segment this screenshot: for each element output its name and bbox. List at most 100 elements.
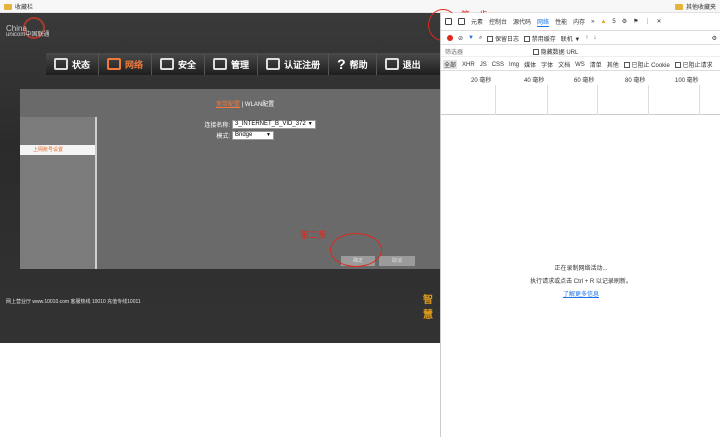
unicom-logo: China unicom中国联通 [6, 25, 49, 39]
router-footer: 网上营业厅 www.10010.com 客服热线 10010 充值专线10011 [6, 299, 141, 305]
type-css[interactable]: CSS [492, 62, 504, 68]
sliders-icon [160, 58, 175, 70]
tab-performance[interactable]: 性能 [555, 17, 567, 26]
logo-text-2: unicom中国联通 [6, 32, 50, 38]
menu-dots-icon[interactable]: ⋮ [645, 18, 651, 25]
config-tabs: 宽带配置 | WLAN配置 [216, 99, 274, 108]
type-all[interactable]: 全部 [443, 60, 458, 69]
preserve-log-label: 保留日志 [495, 36, 520, 43]
nav-help-label: 帮助 [349, 59, 368, 70]
timeline-tick: 20 毫秒 [471, 78, 492, 84]
gear-icon [213, 58, 228, 70]
devtools-panel: 元素 控制台 源代码 网络 性能 内存 » ▲ 5 ⚙ ⚑ ⋮ ✕ ⊘ ▼ ⌕ 保… [440, 13, 720, 437]
cancel-button[interactable]: 取消 [379, 256, 415, 266]
step2-annotation: 第二步 [300, 230, 328, 240]
tab-network[interactable]: 网络 [537, 17, 550, 27]
preserve-log-checkbox[interactable]: 保留日志 [487, 34, 519, 43]
learn-more-link[interactable]: 了解更多信息 [563, 292, 599, 298]
blocked-cookies-label: 已阻止 Cookie [631, 63, 670, 69]
conn-select-value: 3_INTERNET_B_VID_372 [235, 121, 306, 127]
type-media[interactable]: 媒体 [524, 60, 536, 69]
hide-data-url-checkbox[interactable]: 隐藏数据 URL [533, 47, 578, 56]
throttle-value: 联机 [560, 36, 573, 43]
nav-network[interactable]: 网络 [99, 53, 153, 75]
network-settings-icon[interactable]: ⚙ [712, 35, 717, 42]
tab-broadband[interactable]: 宽带配置 [216, 102, 240, 108]
tab-elements[interactable]: 元素 [471, 17, 483, 26]
bookmark-other[interactable]: 其他收藏夹 [674, 2, 716, 11]
type-js[interactable]: JS [480, 62, 487, 68]
hide-data-url-label: 隐藏数据 URL [540, 49, 579, 56]
timeline-tick: 100 毫秒 [675, 78, 699, 84]
nav-auth-label: 认证注册 [284, 59, 321, 70]
device-toggle-icon[interactable] [458, 18, 465, 25]
nav-help[interactable]: ? 帮助 [329, 53, 377, 75]
folder-icon [674, 3, 683, 10]
settings-gear-icon[interactable]: ⚙ [622, 18, 627, 25]
router-page: China unicom中国联通 状态 网络 安全 管理 认证注册 ? 帮助 退出… [0, 13, 440, 437]
clear-icon[interactable]: ⊘ [458, 35, 463, 42]
monitor-icon [54, 58, 68, 70]
disable-cache-label: 禁用缓存 [531, 36, 556, 43]
nav-status[interactable]: 状态 [46, 53, 100, 75]
type-ws[interactable]: WS [575, 62, 585, 68]
tab-console[interactable]: 控制台 [489, 17, 507, 26]
hint-text: 执行请求或点击 Ctrl + R 以记录刷新。 [530, 279, 632, 285]
more-tabs-button[interactable]: » [591, 19, 594, 25]
type-other[interactable]: 其他 [607, 60, 619, 69]
network-toolbar: ⊘ ▼ ⌕ 保留日志 禁用缓存 联机 ▼ ↑ ↓ ⚙ [441, 32, 720, 45]
folder-icon [4, 3, 12, 10]
devtools-tabbar: 元素 控制台 源代码 网络 性能 内存 » ▲ 5 ⚙ ⚑ ⋮ ✕ [441, 13, 720, 31]
filter-icon[interactable]: ▼ [468, 35, 474, 41]
disable-cache-checkbox[interactable]: 禁用缓存 [524, 34, 556, 43]
warning-count: 5 [612, 18, 616, 25]
filter-input[interactable]: 筛选器 [445, 47, 525, 56]
nav-logout[interactable]: 退出 [377, 53, 429, 75]
timeline-gridline [597, 85, 598, 115]
throttle-select[interactable]: 联机 ▼ [561, 34, 581, 43]
nav-manage-label: 管理 [231, 59, 250, 70]
type-doc[interactable]: 文档 [558, 60, 570, 69]
inspect-icon[interactable] [445, 18, 452, 25]
tab-sources[interactable]: 源代码 [513, 17, 531, 26]
router-nav: 状态 网络 安全 管理 认证注册 ? 帮助 退出 [46, 53, 440, 75]
timeline-tick: 80 毫秒 [625, 78, 646, 84]
type-manifest[interactable]: 清单 [590, 60, 602, 69]
record-icon[interactable] [447, 35, 453, 41]
logo-text-1: China [6, 24, 27, 33]
nav-logout-label: 退出 [402, 59, 421, 70]
tab-memory[interactable]: 内存 [573, 17, 585, 26]
chevron-down-icon: ▼ [266, 132, 271, 138]
search-icon[interactable]: ⌕ [479, 35, 482, 42]
nav-auth[interactable]: 认证注册 [258, 53, 330, 75]
mode-label: 模式: [216, 134, 230, 140]
type-img[interactable]: Img [509, 62, 519, 68]
filter-row: 筛选器 隐藏数据 URL [441, 46, 720, 57]
tab-sep: | [241, 102, 244, 108]
tab-wlan[interactable]: WLAN配置 [245, 102, 274, 108]
nav-manage[interactable]: 管理 [205, 53, 259, 75]
type-xhr[interactable]: XHR [462, 62, 475, 68]
feedback-icon[interactable]: ⚑ [633, 18, 638, 25]
close-icon[interactable]: ✕ [657, 18, 662, 25]
type-font[interactable]: 字体 [541, 60, 553, 69]
conn-select[interactable]: 3_INTERNET_B_VID_372 ▼ [232, 120, 316, 129]
nav-status-label: 状态 [72, 59, 91, 70]
nav-security-label: 安全 [178, 59, 197, 70]
timeline-gridline [547, 85, 548, 115]
import-icon[interactable]: ↑ [585, 35, 588, 41]
bookmark-favorites-label: 收藏栏 [15, 5, 34, 11]
blocked-cookies-checkbox[interactable]: 已阻止 Cookie [623, 60, 670, 69]
warning-icon[interactable]: ▲ [600, 19, 606, 25]
blocked-requests-label: 已阻止请求 [682, 63, 713, 69]
mode-select[interactable]: Bridge ▼ [232, 131, 274, 140]
nav-network-label: 网络 [125, 59, 144, 70]
nav-security[interactable]: 安全 [152, 53, 206, 75]
bookmark-other-label: 其他收藏夹 [685, 5, 716, 11]
blocked-requests-checkbox[interactable]: 已阻止请求 [674, 60, 713, 69]
conn-label: 连接名称: [204, 123, 230, 129]
bookmark-bar: 收藏栏 其他收藏夹 [0, 0, 720, 13]
sidebar-item-account[interactable]: 上网账号设置 [20, 145, 95, 155]
export-icon[interactable]: ↓ [593, 35, 596, 41]
bookmark-favorites[interactable]: 收藏栏 [4, 2, 33, 11]
